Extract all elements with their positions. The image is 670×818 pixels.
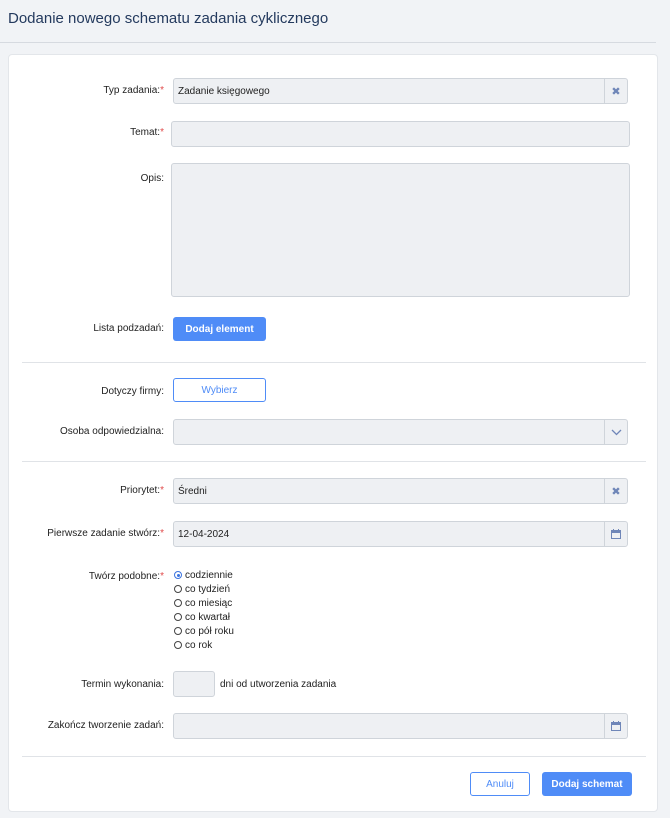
responsible-select[interactable] — [173, 419, 628, 445]
radio-button[interactable] — [174, 627, 182, 635]
section-divider — [22, 461, 646, 462]
section-divider — [22, 362, 646, 363]
description-textarea[interactable] — [171, 163, 630, 297]
subject-input[interactable] — [171, 121, 630, 147]
priority-select[interactable]: Średni ✖ — [173, 478, 628, 504]
recurrence-option-monthly[interactable]: co miesiąc — [174, 596, 232, 610]
task-type-label: Typ zadania:* — [103, 85, 164, 96]
radio-button[interactable] — [174, 571, 182, 579]
task-type-select[interactable]: Zadanie księgowego ✖ — [173, 78, 628, 104]
recurrence-option-weekly[interactable]: co tydzień — [174, 582, 230, 596]
subtasks-label: Lista podzadań: — [93, 323, 164, 334]
subject-label: Temat:* — [130, 127, 164, 138]
close-icon[interactable]: ✖ — [604, 479, 627, 503]
add-schema-button[interactable]: Dodaj schemat — [542, 772, 632, 796]
deadline-days-input[interactable] — [173, 671, 215, 697]
chevron-down-icon[interactable] — [604, 420, 627, 444]
company-label: Dotyczy firmy: — [101, 386, 164, 397]
recurrence-label: Twórz podobne:* — [88, 571, 164, 582]
radio-button[interactable] — [174, 613, 182, 621]
radio-button[interactable] — [174, 585, 182, 593]
task-type-value: Zadanie księgowego — [178, 86, 270, 97]
add-element-button[interactable]: Dodaj element — [173, 317, 266, 341]
priority-label: Priorytet:* — [120, 485, 164, 496]
calendar-icon[interactable] — [604, 714, 627, 738]
recurrence-option-half-year[interactable]: co pół roku — [174, 624, 234, 638]
radio-button[interactable] — [174, 599, 182, 607]
priority-value: Średni — [178, 486, 207, 497]
cancel-button[interactable]: Anuluj — [470, 772, 530, 796]
responsible-label: Osoba odpowiedzialna: — [60, 426, 164, 437]
first-task-date-value: 12-04-2024 — [178, 529, 230, 540]
deadline-label: Termin wykonania: — [81, 679, 164, 690]
recurrence-option-quarterly[interactable]: co kwartał — [174, 610, 230, 624]
end-creation-label: Zakończ tworzenie zadań: — [47, 720, 164, 731]
title-divider — [0, 42, 656, 43]
page-title: Dodanie nowego schematu zadania cykliczn… — [8, 10, 329, 27]
recurrence-option-yearly[interactable]: co rok — [174, 638, 212, 652]
footer-divider — [22, 756, 646, 757]
calendar-icon[interactable] — [604, 522, 627, 546]
close-icon[interactable]: ✖ — [604, 79, 627, 103]
deadline-suffix: dni od utworzenia zadania — [220, 679, 337, 690]
radio-button[interactable] — [174, 641, 182, 649]
first-task-date-input[interactable]: 12-04-2024 — [173, 521, 628, 547]
description-label: Opis: — [140, 173, 164, 184]
recurrence-option-daily[interactable]: codziennie — [174, 568, 233, 582]
end-creation-date-input[interactable] — [173, 713, 628, 739]
choose-company-button[interactable]: Wybierz — [173, 378, 266, 402]
first-task-label: Pierwsze zadanie stwórz:* — [47, 528, 164, 539]
